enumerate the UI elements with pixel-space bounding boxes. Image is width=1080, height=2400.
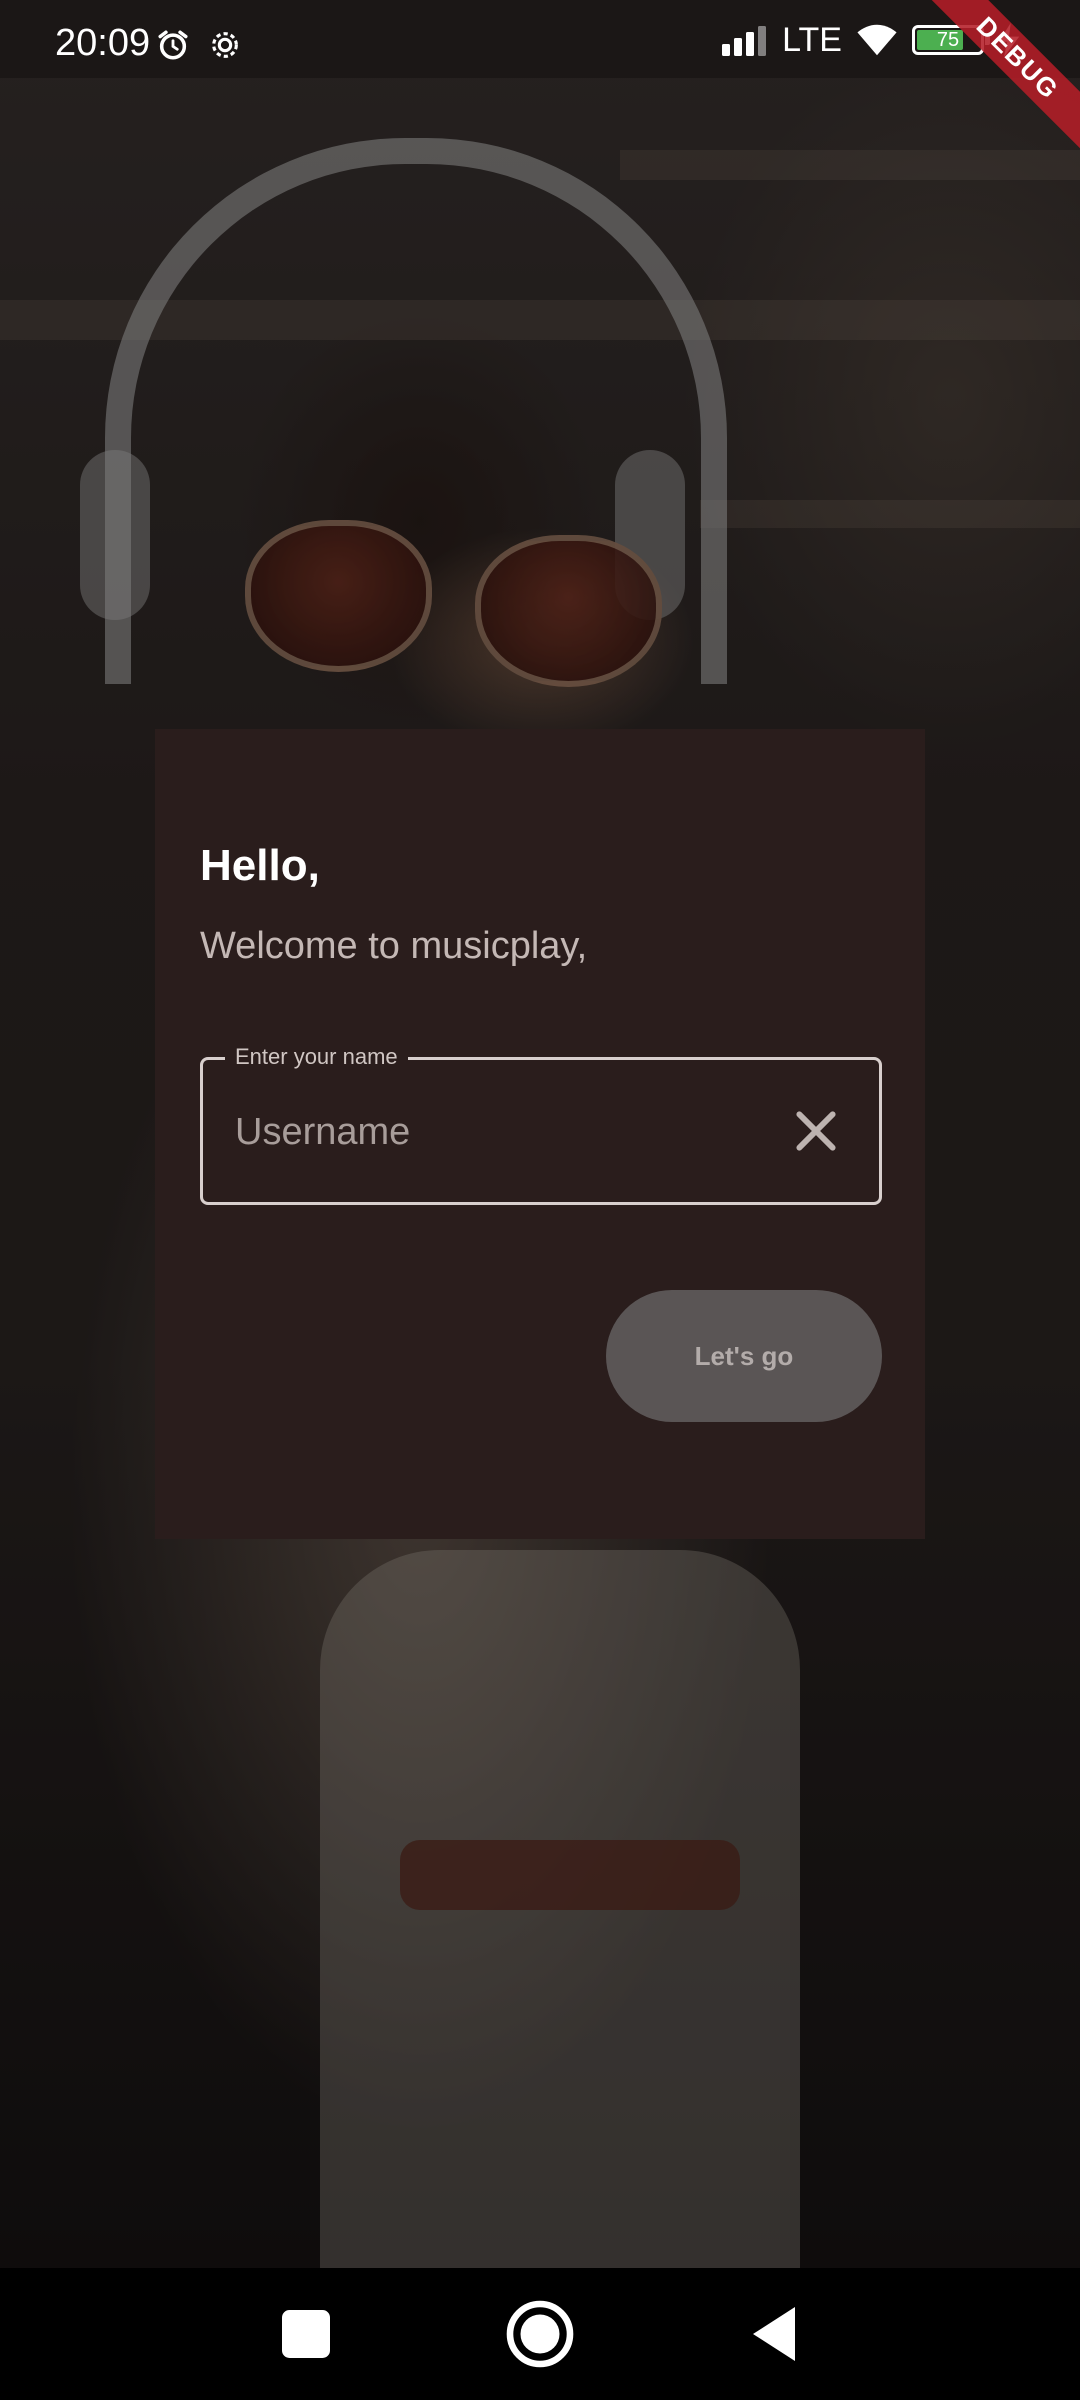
signal-icon <box>722 26 767 56</box>
alarm-icon <box>158 30 188 60</box>
lets-go-button[interactable]: Let's go <box>606 1290 882 1422</box>
status-bar: 20:09 LTE 75 <box>0 0 1080 78</box>
wifi-icon <box>857 24 897 56</box>
username-input[interactable] <box>233 1096 757 1168</box>
recents-icon[interactable] <box>270 2298 342 2370</box>
debug-banner: DEBUG <box>920 0 1080 157</box>
debug-banner-container: DEBUG <box>920 0 1080 160</box>
close-icon[interactable] <box>791 1106 841 1156</box>
settings-icon <box>212 32 238 58</box>
dialog-title: Hello, <box>200 841 320 890</box>
welcome-dialog: Hello, Welcome to musicplay, Enter your … <box>155 729 925 1539</box>
name-field-label: Enter your name <box>225 1044 408 1070</box>
status-time: 20:09 <box>55 22 151 64</box>
home-icon[interactable] <box>504 2298 576 2370</box>
name-field[interactable]: Enter your name <box>200 1044 882 1205</box>
navigation-bar <box>0 2268 1080 2400</box>
back-icon[interactable] <box>738 2298 810 2370</box>
network-type: LTE <box>782 20 842 59</box>
dialog-subtitle: Welcome to musicplay, <box>200 925 588 967</box>
